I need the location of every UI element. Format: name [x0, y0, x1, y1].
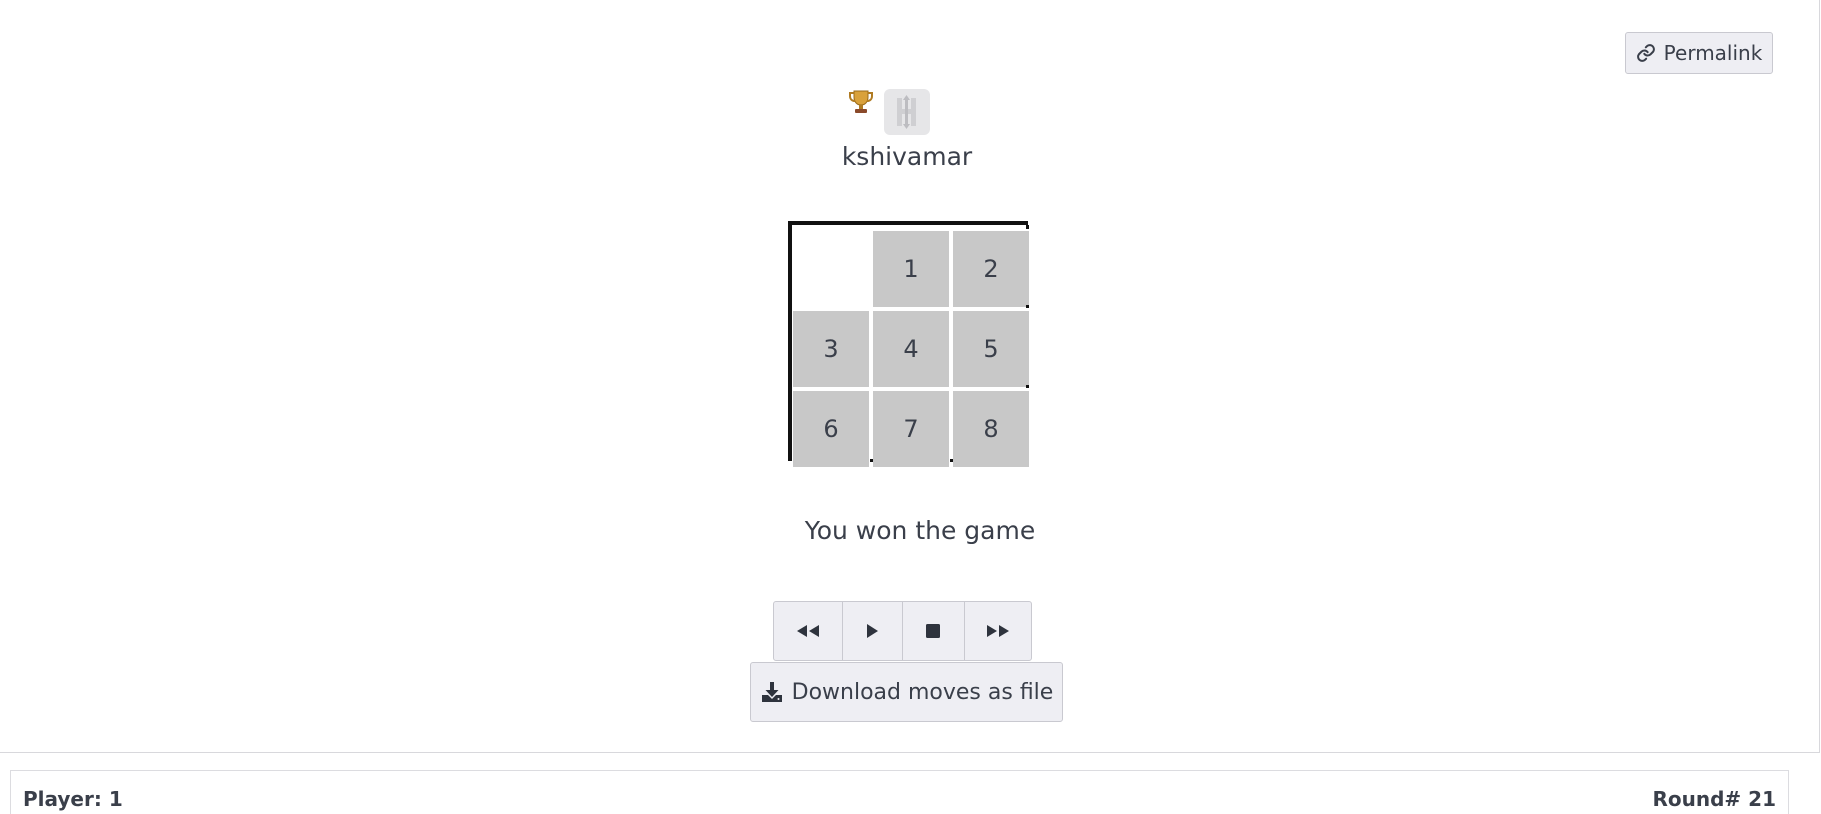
play-button[interactable]: [843, 602, 903, 660]
fast-backward-icon: [797, 625, 820, 637]
board-edge-mark: [950, 459, 953, 462]
player-indicator: Player: 1: [23, 787, 123, 811]
playback-controls: [773, 601, 1032, 661]
puzzle-board: 1 2 3 4 5 6 7 8: [788, 221, 1029, 467]
tile-empty: [792, 225, 868, 301]
footer-bar: Player: 1 Round# 21: [10, 770, 1789, 814]
trophy-icon: [847, 88, 875, 116]
tile-1[interactable]: 1: [873, 231, 949, 307]
stop-icon: [926, 624, 941, 638]
game-panel: Permalink kshivamar 1 2 3 4 5 6 7 8 You …: [0, 0, 1820, 753]
board-edge-mark: [1026, 385, 1029, 388]
board-edge-mark: [1026, 305, 1029, 308]
download-moves-button[interactable]: Download moves as file: [750, 662, 1063, 722]
permalink-label: Permalink: [1663, 41, 1763, 65]
fast-forward-button[interactable]: [965, 602, 1031, 660]
fast-forward-icon: [986, 625, 1009, 637]
download-icon: [761, 682, 782, 702]
avatar: [884, 89, 930, 135]
rewind-button[interactable]: [774, 602, 844, 660]
tile-8[interactable]: 8: [953, 391, 1029, 467]
stop-button[interactable]: [903, 602, 965, 660]
tile-6[interactable]: 6: [793, 391, 869, 467]
status-message: You won the game: [804, 516, 1036, 545]
board-edge-mark: [870, 459, 873, 462]
board-edge-mark: [1026, 225, 1029, 229]
download-label: Download moves as file: [791, 679, 1054, 705]
link-icon: [1636, 44, 1655, 62]
tile-5[interactable]: 5: [953, 311, 1029, 387]
play-icon: [867, 624, 879, 638]
round-counter: Round# 21: [1652, 787, 1777, 811]
tile-3[interactable]: 3: [793, 311, 869, 387]
h-arrow-logo-icon: [897, 95, 916, 129]
tile-4[interactable]: 4: [873, 311, 949, 387]
tile-2[interactable]: 2: [953, 231, 1029, 307]
username: kshivamar: [841, 142, 973, 171]
permalink-button[interactable]: Permalink: [1625, 32, 1773, 74]
tile-7[interactable]: 7: [873, 391, 949, 467]
